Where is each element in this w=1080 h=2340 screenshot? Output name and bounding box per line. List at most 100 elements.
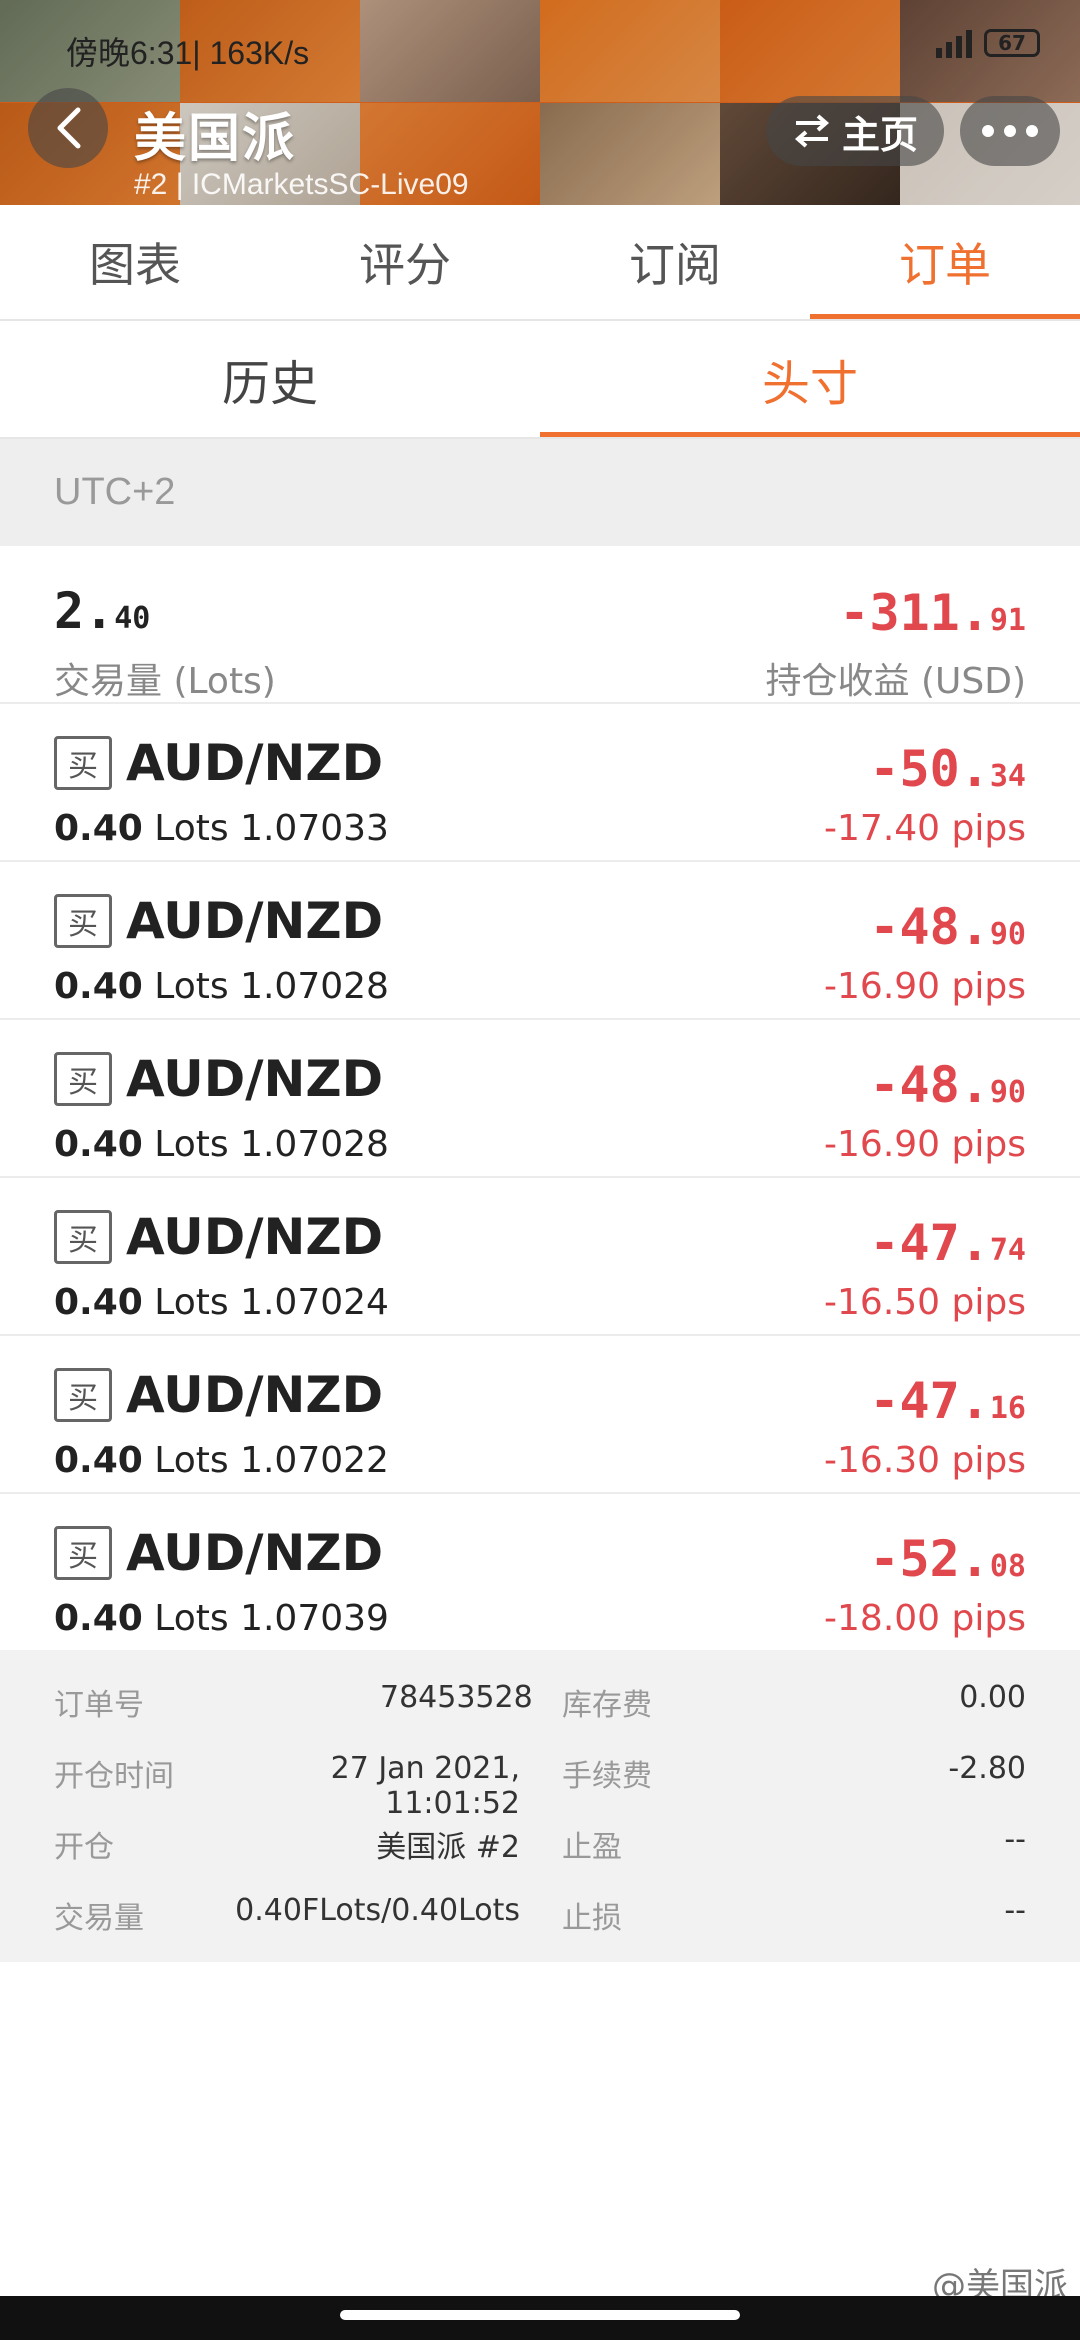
- profit-dec: 90: [989, 917, 1026, 952]
- total-volume: 2.40: [54, 582, 150, 640]
- open-price: 1.07028: [240, 1124, 389, 1165]
- open-price: 1.07039: [240, 1598, 389, 1639]
- swap-value: 0.00: [959, 1680, 1026, 1715]
- network-speed: 163K/s: [209, 35, 310, 71]
- profit-dec: 16: [989, 1391, 1026, 1426]
- tab-orders[interactable]: 订单: [810, 205, 1080, 319]
- more-dot-icon: [1026, 125, 1038, 137]
- lots-unit: Lots: [154, 1598, 229, 1639]
- page-title: 美国派: [134, 109, 297, 169]
- more-dot-icon: [982, 125, 994, 137]
- profit-dec: 74: [989, 1233, 1026, 1268]
- position-profit: -50.34: [869, 740, 1026, 798]
- position-meta: 0.40 Lots 1.07028: [54, 966, 389, 1007]
- status-icons: 67: [936, 28, 1040, 58]
- list-item[interactable]: 买 AUD/NZD 0.40 Lots 1.07033 -50.34 -17.4…: [0, 704, 1080, 862]
- commission-label: 手续费: [562, 1759, 652, 1794]
- open-price: 1.07028: [240, 966, 389, 1007]
- position-pips: -16.50 pips: [824, 1282, 1026, 1323]
- tab-rating[interactable]: 评分: [270, 205, 540, 319]
- total-volume-label: 交易量 (Lots): [54, 661, 276, 702]
- lots-unit: Lots: [154, 1440, 229, 1481]
- home-indicator[interactable]: [0, 2296, 1080, 2340]
- main-tabs: 图表 评分 订阅 订单: [0, 205, 1080, 321]
- list-item[interactable]: 买 AUD/NZD 0.40 Lots 1.07039 -52.08 -18.0…: [0, 1494, 1080, 1652]
- symbol: AUD/NZD: [126, 734, 384, 792]
- total-profit-int: -311.: [839, 584, 990, 642]
- symbol: AUD/NZD: [126, 1366, 384, 1424]
- position-pips: -18.00 pips: [824, 1598, 1026, 1639]
- symbol: AUD/NZD: [126, 1208, 384, 1266]
- lots-unit: Lots: [154, 808, 229, 849]
- clock-text: 傍晚6:31: [66, 35, 193, 71]
- symbol: AUD/NZD: [126, 892, 384, 950]
- position-profit: -48.90: [869, 1056, 1026, 1114]
- symbol: AUD/NZD: [126, 1524, 384, 1582]
- positions-list: 买 AUD/NZD 0.40 Lots 1.07033 -50.34 -17.4…: [0, 704, 1080, 1652]
- stop-loss-label: 止损: [562, 1901, 622, 1936]
- position-meta: 0.40 Lots 1.07022: [54, 1440, 389, 1481]
- chevron-left-icon: [57, 107, 81, 149]
- position-pips: -16.30 pips: [824, 1440, 1026, 1481]
- more-button[interactable]: [960, 96, 1060, 166]
- symbol: AUD/NZD: [126, 1050, 384, 1108]
- header: 傍晚6:31| 163K/s 67 美国派 #2 | ICMarketsSC-L…: [0, 0, 1080, 205]
- account-subtitle: #2 | ICMarketsSC-Live09: [134, 168, 469, 201]
- swap-icon: [794, 114, 830, 148]
- take-profit-value: --: [1004, 1822, 1026, 1857]
- sub-tabs: 历史 头寸: [0, 321, 1080, 439]
- profit-int: -47.: [869, 1372, 990, 1430]
- profit-int: -48.: [869, 898, 990, 956]
- total-volume-int: 2.: [54, 582, 115, 640]
- order-no: 78453528: [380, 1680, 533, 1715]
- tab-chart[interactable]: 图表: [0, 205, 270, 319]
- status-bar: 傍晚6:31| 163K/s 67: [0, 20, 1080, 76]
- list-item[interactable]: 买 AUD/NZD 0.40 Lots 1.07022 -47.16 -16.3…: [0, 1336, 1080, 1494]
- profit-int: -50.: [869, 740, 990, 798]
- list-item[interactable]: 买 AUD/NZD 0.40 Lots 1.07028 -48.90 -16.9…: [0, 1020, 1080, 1178]
- back-button[interactable]: [28, 88, 108, 168]
- tab-subscribe[interactable]: 订阅: [540, 205, 810, 319]
- profit-dec: 90: [989, 1075, 1026, 1110]
- buy-badge: 买: [54, 1368, 112, 1422]
- profit-int: -48.: [869, 1056, 990, 1114]
- volume-label: 交易量: [54, 1901, 144, 1936]
- tab-history[interactable]: 历史: [0, 321, 540, 437]
- open-price: 1.07024: [240, 1282, 389, 1323]
- position-profit: -48.90: [869, 898, 1026, 956]
- profit-int: -52.: [869, 1530, 990, 1588]
- home-label: 主页: [842, 112, 919, 157]
- position-meta: 0.40 Lots 1.07039: [54, 1598, 389, 1639]
- lots-unit: Lots: [154, 1124, 229, 1165]
- lots: 0.40: [54, 1282, 143, 1323]
- lots: 0.40: [54, 1440, 143, 1481]
- home-indicator-bar: [340, 2310, 740, 2320]
- swap-label: 库存费: [562, 1688, 652, 1723]
- position-profit: -52.08: [869, 1530, 1026, 1588]
- buy-badge: 买: [54, 894, 112, 948]
- tab-positions[interactable]: 头寸: [540, 321, 1080, 437]
- more-dot-icon: [1004, 125, 1016, 137]
- position-meta: 0.40 Lots 1.07028: [54, 1124, 389, 1165]
- order-no-label: 订单号: [54, 1688, 144, 1723]
- position-meta: 0.40 Lots 1.07033: [54, 808, 389, 849]
- home-button[interactable]: 主页: [766, 96, 945, 166]
- buy-badge: 买: [54, 1526, 112, 1580]
- list-item[interactable]: 买 AUD/NZD 0.40 Lots 1.07024 -47.74 -16.5…: [0, 1178, 1080, 1336]
- lots: 0.40: [54, 1598, 143, 1639]
- position-pips: -16.90 pips: [824, 1124, 1026, 1165]
- buy-badge: 买: [54, 736, 112, 790]
- take-profit-label: 止盈: [562, 1830, 622, 1865]
- lots: 0.40: [54, 808, 143, 849]
- position-profit: -47.74: [869, 1214, 1026, 1272]
- commission-value: -2.80: [948, 1751, 1026, 1786]
- position-profit: -47.16: [869, 1372, 1026, 1430]
- profit-int: -47.: [869, 1214, 990, 1272]
- open-by: 美国派 #2: [376, 1830, 520, 1865]
- open-time: 27 Jan 2021, 11:01:52: [330, 1751, 520, 1821]
- open-time-label: 开仓时间: [54, 1759, 174, 1794]
- profit-dec: 34: [989, 759, 1026, 794]
- position-pips: -17.40 pips: [824, 808, 1026, 849]
- list-item[interactable]: 买 AUD/NZD 0.40 Lots 1.07028 -48.90 -16.9…: [0, 862, 1080, 1020]
- timezone-bar: UTC+2: [0, 439, 1080, 546]
